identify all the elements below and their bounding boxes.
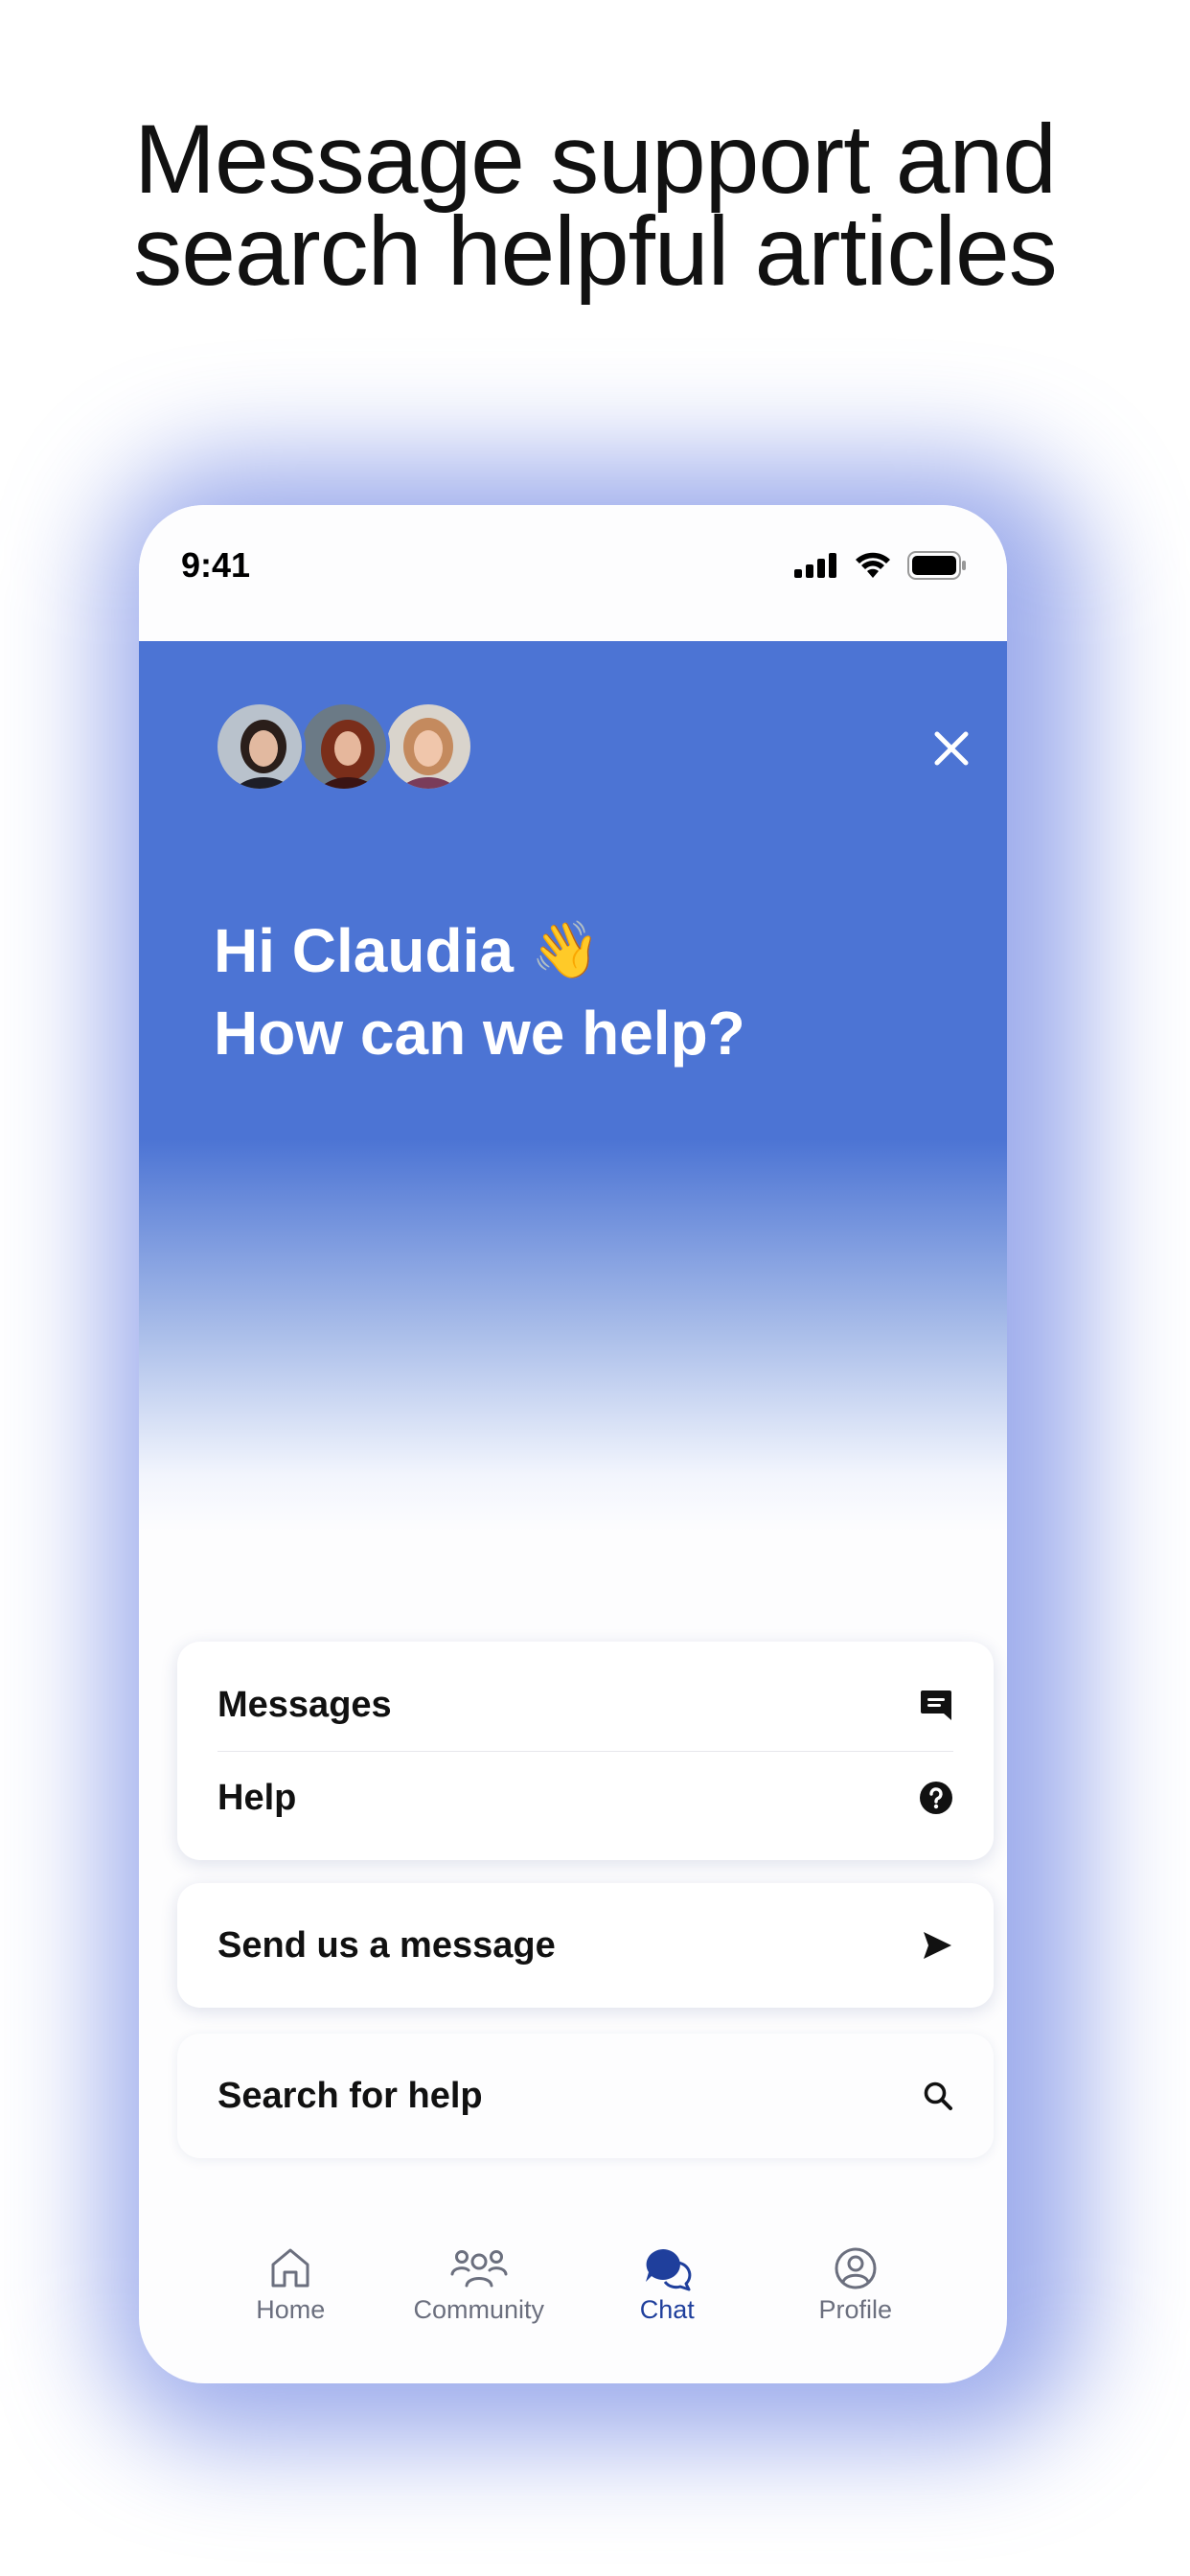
tab-label: Community bbox=[413, 2295, 545, 2324]
send-message-label: Send us a message bbox=[217, 1924, 556, 1966]
menu-item-label: Help bbox=[217, 1777, 297, 1818]
send-message-card[interactable]: Send us a message bbox=[177, 1883, 994, 2008]
chat-header: Hi Claudia 👋 How can we help? bbox=[139, 641, 1007, 1532]
community-icon bbox=[450, 2250, 508, 2288]
search-help-button[interactable]: Search for help bbox=[177, 2034, 994, 2158]
status-time: 9:41 bbox=[181, 545, 251, 585]
tab-label: Home bbox=[256, 2295, 326, 2324]
send-arrow-icon bbox=[924, 1932, 951, 1959]
cellular-signal-icon bbox=[794, 553, 836, 578]
bottom-tab-bar: Home Community Chat Profile bbox=[139, 2211, 1007, 2383]
tab-label: Chat bbox=[639, 2295, 695, 2324]
menu-item-label: Messages bbox=[217, 1684, 392, 1725]
support-team-avatars bbox=[214, 701, 492, 793]
search-help-label: Search for help bbox=[217, 2075, 483, 2116]
avatar bbox=[298, 701, 390, 793]
close-button[interactable] bbox=[921, 718, 982, 779]
app-store-screenshot: Message support and search helpful artic… bbox=[0, 0, 1190, 2576]
wifi-icon bbox=[856, 552, 890, 578]
greeting-line1: Hi Claudia bbox=[214, 916, 514, 985]
status-bar: 9:41 bbox=[139, 505, 1007, 641]
message-icon bbox=[921, 1690, 951, 1720]
waving-hand-emoji: 👋 bbox=[530, 919, 601, 981]
promo-headline-line1: Message support and bbox=[134, 104, 1057, 214]
avatar bbox=[214, 701, 306, 793]
send-message-button[interactable]: Send us a message bbox=[177, 1883, 994, 2008]
chat-icon bbox=[646, 2249, 692, 2291]
question-circle-icon bbox=[920, 1782, 952, 1814]
close-icon bbox=[934, 731, 969, 766]
profile-icon bbox=[835, 2247, 877, 2289]
tab-chat[interactable]: Chat bbox=[573, 2211, 762, 2383]
menu-item-help[interactable]: Help bbox=[177, 1752, 994, 1844]
phone-frame: 9:41 Hi Claudia 👋 How can we help? Messa… bbox=[139, 505, 1007, 2383]
greeting: Hi Claudia 👋 How can we help? bbox=[214, 909, 745, 1074]
promo-headline: Message support and search helpful artic… bbox=[0, 104, 1190, 306]
search-help-card[interactable]: Search for help bbox=[177, 2034, 994, 2158]
greeting-line2: How can we help? bbox=[214, 999, 745, 1068]
tab-community[interactable]: Community bbox=[385, 2211, 574, 2383]
tab-label: Profile bbox=[818, 2295, 893, 2324]
menu-card: Messages Help bbox=[177, 1642, 994, 1860]
tab-profile[interactable]: Profile bbox=[762, 2211, 950, 2383]
home-icon bbox=[271, 2248, 309, 2288]
search-icon bbox=[924, 2082, 952, 2110]
promo-headline-line2: search helpful articles bbox=[133, 196, 1057, 306]
avatar bbox=[382, 701, 474, 793]
tab-home[interactable]: Home bbox=[196, 2211, 385, 2383]
menu-item-messages[interactable]: Messages bbox=[177, 1659, 994, 1751]
battery-icon bbox=[907, 551, 966, 580]
status-icons bbox=[794, 551, 967, 580]
